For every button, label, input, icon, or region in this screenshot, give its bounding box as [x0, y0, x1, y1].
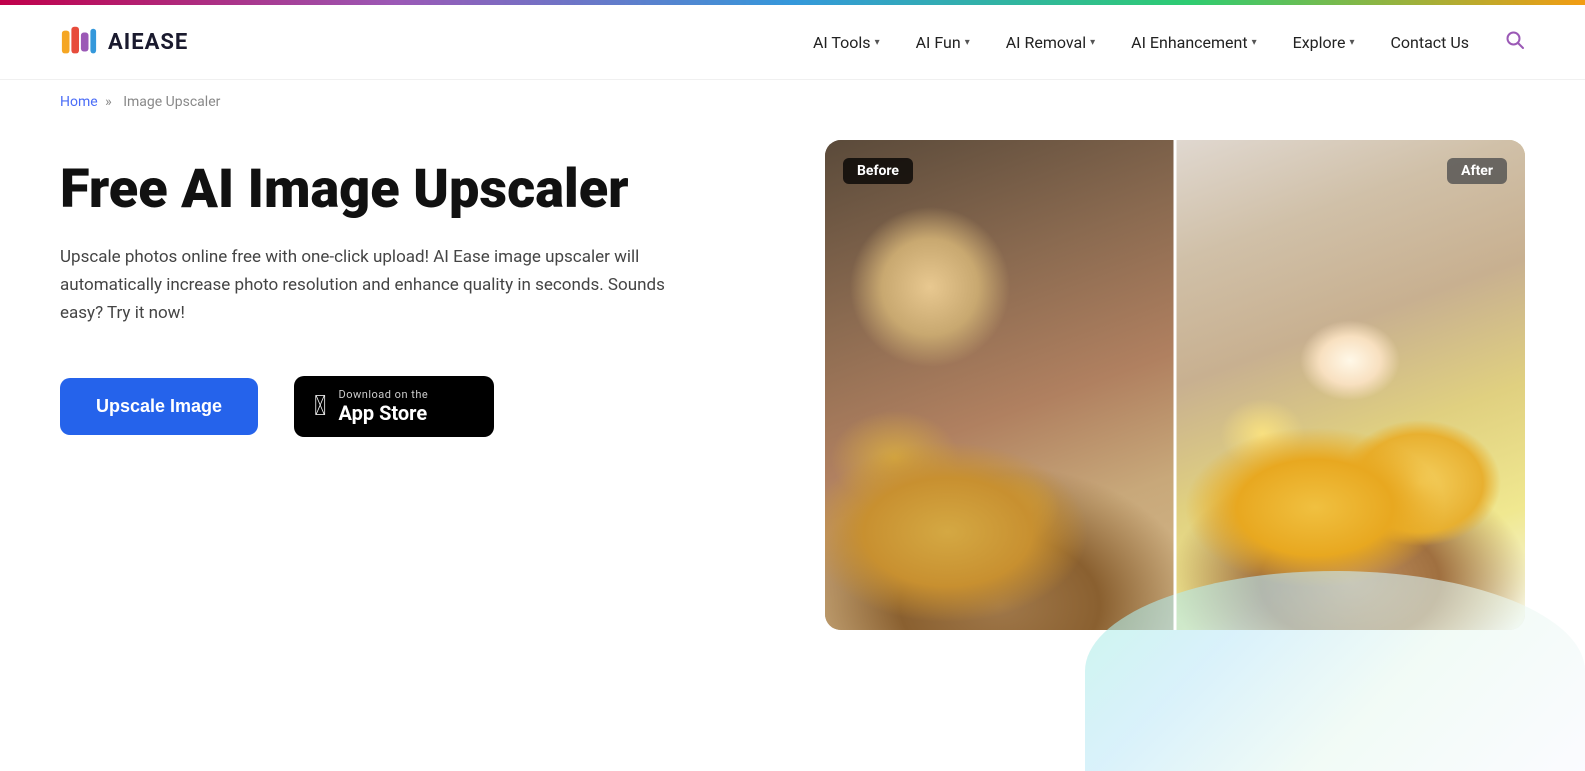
upscale-image-button[interactable]: Upscale Image — [60, 378, 258, 435]
search-icon[interactable] — [1505, 30, 1525, 55]
chevron-down-icon: ▾ — [875, 37, 880, 48]
chevron-down-icon: ▾ — [1090, 37, 1095, 48]
before-badge: Before — [843, 158, 913, 184]
breadcrumb-separator: » — [105, 94, 112, 110]
logo-area[interactable]: AIEASE — [60, 23, 188, 61]
nav-item-explore[interactable]: Explore ▾ — [1293, 33, 1355, 52]
logo-icon — [60, 23, 98, 61]
app-store-large-label: App Store — [338, 401, 428, 425]
after-panel — [1175, 140, 1525, 630]
before-panel — [825, 140, 1175, 630]
breadcrumb-current: Image Upscaler — [123, 94, 220, 110]
chevron-down-icon: ▾ — [1252, 37, 1257, 48]
cta-row: Upscale Image  Download on the App Stor… — [60, 376, 765, 437]
nav-item-ai-enhancement[interactable]: AI Enhancement ▾ — [1131, 33, 1257, 52]
basket-after-visual — [1175, 140, 1525, 630]
logo-text: AIEASE — [108, 30, 188, 55]
app-store-button[interactable]:  Download on the App Store — [294, 376, 494, 437]
before-after-image: Before After — [825, 140, 1525, 630]
chevron-down-icon: ▾ — [965, 37, 970, 48]
hero-title: Free AI Image Upscaler — [60, 160, 765, 219]
nav-item-contact-us[interactable]: Contact Us — [1390, 33, 1469, 52]
header: AIEASE AI Tools ▾ AI Fun ▾ AI Removal ▾ … — [0, 5, 1585, 80]
app-store-small-label: Download on the — [338, 388, 428, 401]
after-badge: After — [1447, 158, 1507, 184]
before-after-container: Before After — [825, 140, 1525, 630]
basket-before-visual — [825, 140, 1175, 630]
breadcrumb: Home » Image Upscaler — [0, 80, 1585, 110]
breadcrumb-home[interactable]: Home — [60, 94, 98, 110]
nav-item-ai-fun[interactable]: AI Fun ▾ — [916, 33, 970, 52]
before-after-divider — [1174, 140, 1177, 630]
hero-left: Free AI Image Upscaler Upscale photos on… — [60, 140, 765, 437]
chevron-down-icon: ▾ — [1349, 37, 1354, 48]
hero-description: Upscale photos online free with one-clic… — [60, 243, 680, 327]
app-store-text: Download on the App Store — [338, 388, 428, 425]
nav-item-ai-tools[interactable]: AI Tools ▾ — [813, 33, 880, 52]
main-nav: AI Tools ▾ AI Fun ▾ AI Removal ▾ AI Enha… — [813, 30, 1525, 55]
apple-icon:  — [314, 392, 326, 420]
nav-item-ai-removal[interactable]: AI Removal ▾ — [1006, 33, 1095, 52]
main-content: Free AI Image Upscaler Upscale photos on… — [0, 110, 1585, 630]
